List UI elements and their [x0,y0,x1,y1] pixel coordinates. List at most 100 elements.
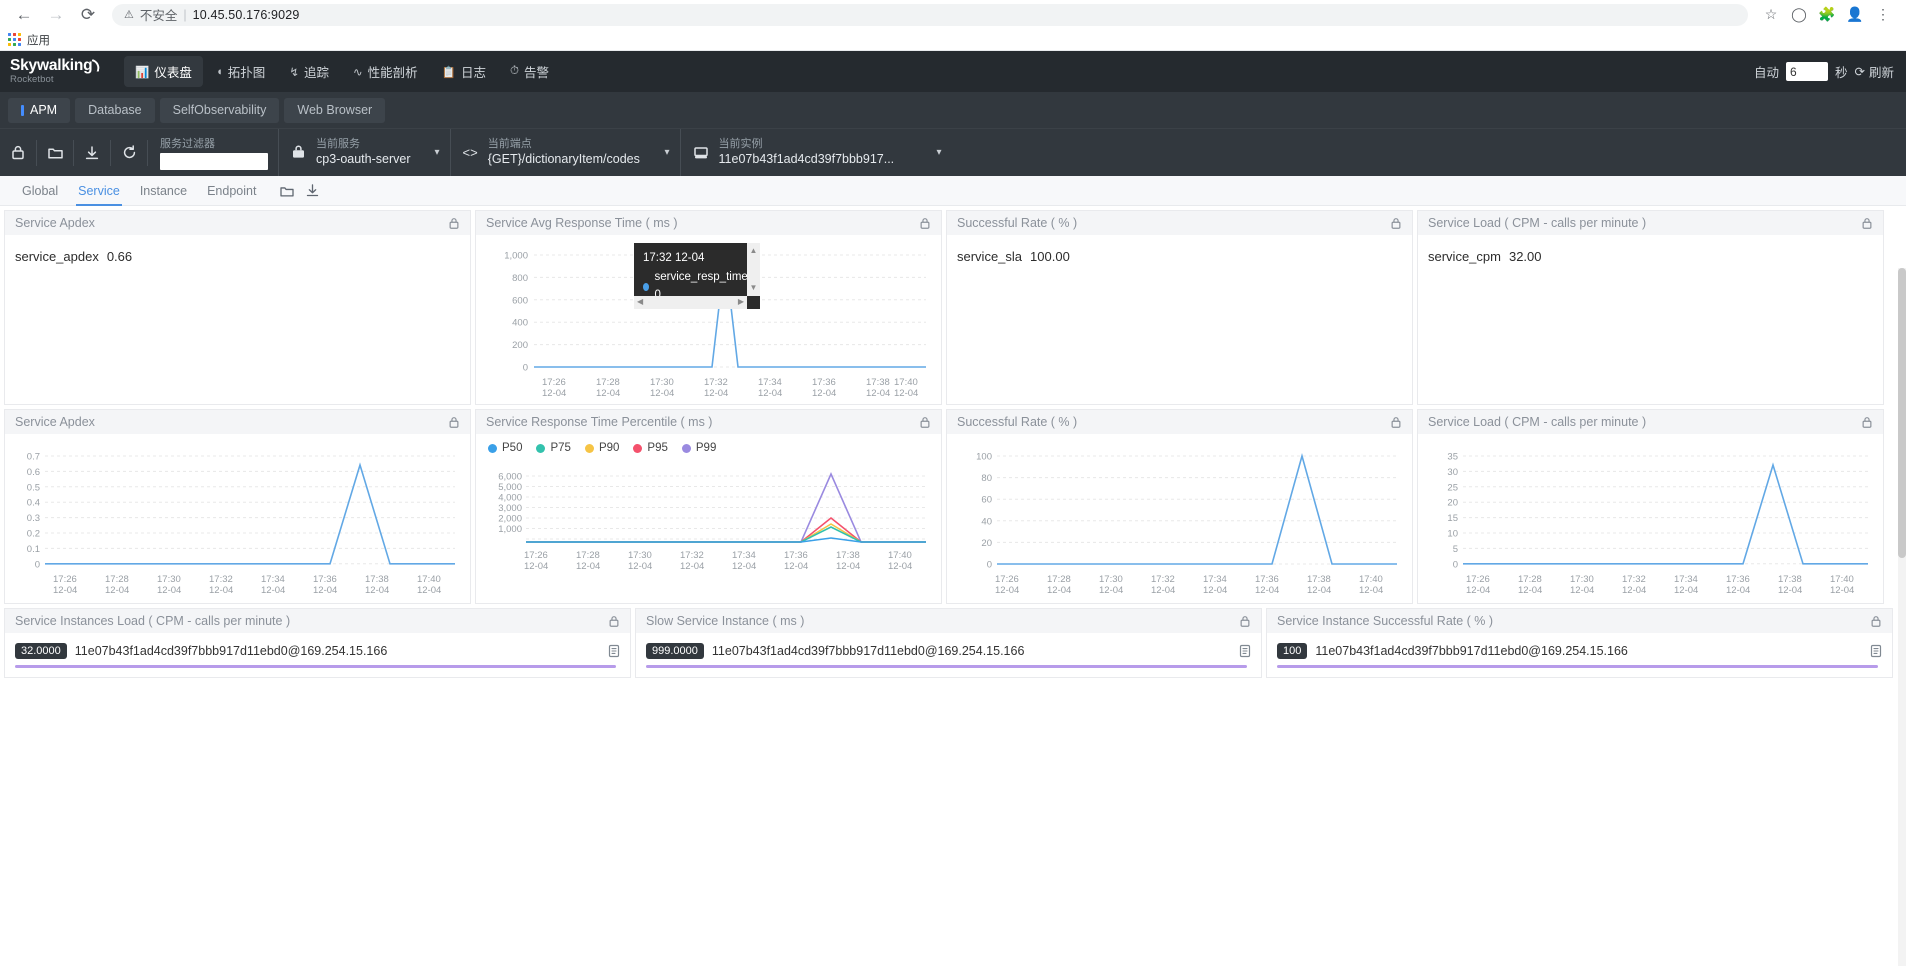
lock-icon[interactable] [919,217,931,230]
card-header: Service Apdex [5,211,470,235]
download-icon[interactable] [74,129,110,177]
tooltip-time: 17:32 12-04 [643,252,705,264]
lock-icon[interactable] [1239,615,1251,628]
legend-item-p95[interactable]: P95 [633,442,668,454]
y-gridlines [526,475,926,540]
card-body: service_cpm 32.00 [1418,235,1883,264]
forward-arrow-icon[interactable]: → [42,1,70,29]
legend-item-p99[interactable]: P99 [681,442,716,454]
copy-icon[interactable] [1870,644,1882,658]
lock-icon[interactable] [0,129,36,177]
current-instance-value: 11e07b43f1ad4cd39f7bbb917... [718,152,895,167]
card-header: Service Instances Load ( CPM - calls per… [5,609,630,633]
chevron-down-icon[interactable]: ▾ [651,147,670,158]
lock-icon[interactable] [1861,416,1873,429]
chart-service-response-time-percentile[interactable]: 6,000 5,000 4,000 3,000 2,000 1,000 17:2… [476,454,941,594]
service-filter-input[interactable] [160,153,268,170]
chevron-down-icon[interactable]: ▾ [923,147,942,158]
tooltip-horizontal-scrollbar[interactable]: ◀ ▶ [634,295,747,309]
kebab-menu-icon[interactable]: ⋮ [1870,2,1896,28]
bookmark-apps-label[interactable]: 应用 [27,32,50,48]
svg-text:12-04: 12-04 [524,561,548,572]
scroll-left-icon[interactable]: ◀ [637,296,643,308]
address-bar[interactable]: ⚠ 不安全 | 10.45.50.176:9029 [112,3,1748,26]
apps-grid-icon[interactable] [8,33,21,46]
svg-text:12-04: 12-04 [888,561,912,572]
nav-item-log[interactable]: 📋 日志 [431,56,497,87]
refresh-circle-icon[interactable] [111,129,147,177]
puzzle-extension-icon[interactable]: 🧩 [1814,2,1840,28]
instance-value-badge: 100 [1277,643,1308,659]
svg-text:12-04: 12-04 [894,388,918,399]
reload-icon[interactable]: ⟳ [74,1,102,29]
category-tab-selfobservability[interactable]: SelfObservability [159,97,280,123]
lock-icon[interactable] [608,615,620,628]
folder-icon[interactable] [37,129,73,177]
legend-item-p50[interactable]: P50 [488,442,522,454]
logo-text: Skywalking [10,57,93,75]
nav-item-topology[interactable]: ◖ 拓扑图 [205,56,276,87]
tooltip-vertical-scrollbar[interactable]: ▲ ▼ [747,243,760,296]
legend-item-p75[interactable]: P75 [536,442,571,454]
tab-global[interactable]: Global [12,176,68,206]
svg-text:12-04: 12-04 [1830,585,1854,596]
chevron-down-icon[interactable]: ▾ [421,147,440,158]
extension-circle-icon[interactable]: ◯ [1786,2,1812,28]
chart-service-load[interactable]: 35 30 25 20 15 10 5 0 17:26 12-04 17:28 [1418,434,1883,602]
lock-icon[interactable] [1390,217,1402,230]
copy-icon[interactable] [608,644,620,658]
profile-icon[interactable]: 👤 [1842,2,1868,28]
nav-item-trace[interactable]: ↯ 追踪 [278,56,340,87]
auto-refresh-interval-input[interactable] [1785,62,1828,81]
tab-label-endpoint: Endpoint [207,183,257,198]
lock-icon[interactable] [448,217,460,230]
current-endpoint-selector[interactable]: <> 当前端点 {GET}/dictionaryItem/codes ▾ [449,129,680,176]
page-scrollbar-thumb[interactable] [1898,268,1906,558]
lock-icon[interactable] [919,416,931,429]
svg-text:17:26: 17:26 [1466,574,1490,585]
svg-text:10: 10 [1447,529,1458,540]
svg-text:15: 15 [1447,513,1458,524]
chart-service-apdex[interactable]: 0.7 0.6 0.5 0.4 0.3 0.2 0.1 0 17:26 12-0… [5,434,470,602]
scroll-right-icon[interactable]: ▶ [738,296,744,308]
copy-icon[interactable] [1239,644,1251,658]
svg-text:12-04: 12-04 [1151,585,1175,596]
legend-dot-icon [681,443,691,453]
category-tab-apm[interactable]: APM [8,97,71,123]
nav-item-dashboard[interactable]: 📊 仪表盘 [124,56,203,87]
svg-text:12-04: 12-04 [628,561,652,572]
tab-endpoint[interactable]: Endpoint [197,176,266,206]
svg-text:1,000: 1,000 [498,524,522,535]
lock-icon[interactable] [1390,416,1402,429]
auto-refresh-controls: 自动 秒 ⟳ 刷新 [1754,62,1898,81]
current-instance-selector[interactable]: 当前实例 11e07b43f1ad4cd39f7bbb917... ▾ [679,129,952,176]
nav-item-profile[interactable]: ∿ 性能剖析 [342,56,429,87]
scroll-down-icon[interactable]: ▼ [750,282,758,294]
chart-successful-rate[interactable]: 100 80 60 40 20 0 17:26 12-04 17:28 12-0… [947,434,1412,602]
back-arrow-icon[interactable]: ← [10,1,38,29]
svg-text:17:34: 17:34 [732,550,756,561]
nav-item-alarm[interactable]: ⏱ 告警 [499,56,560,87]
svg-text:17:38: 17:38 [1307,574,1331,585]
category-tab-webbrowser[interactable]: Web Browser [284,97,386,123]
refresh-button[interactable]: ⟳ 刷新 [1855,62,1895,81]
category-tab-database[interactable]: Database [75,97,155,123]
lock-icon[interactable] [448,416,460,429]
dashboard-icon: 📊 [135,66,150,79]
svg-text:12-04: 12-04 [836,561,860,572]
svg-text:12-04: 12-04 [1047,585,1071,596]
card-title: Service Avg Response Time ( ms ) [486,216,678,230]
lock-icon[interactable] [1870,615,1882,628]
folder-icon[interactable] [280,185,295,197]
current-service-selector[interactable]: 当前服务 cp3-oauth-server ▾ [278,129,450,176]
legend-item-p90[interactable]: P90 [584,442,619,454]
page-scrollbar-track[interactable] [1898,268,1906,966]
bookmark-star-icon[interactable]: ☆ [1758,2,1784,28]
instance-value-badge: 999.0000 [646,643,704,659]
download-icon[interactable] [306,184,319,197]
service-filter-label: 服务过滤器 [160,138,215,150]
lock-icon[interactable] [1861,217,1873,230]
tab-instance[interactable]: Instance [130,176,197,206]
scroll-up-icon[interactable]: ▲ [750,245,758,257]
tab-service[interactable]: Service [68,176,130,206]
